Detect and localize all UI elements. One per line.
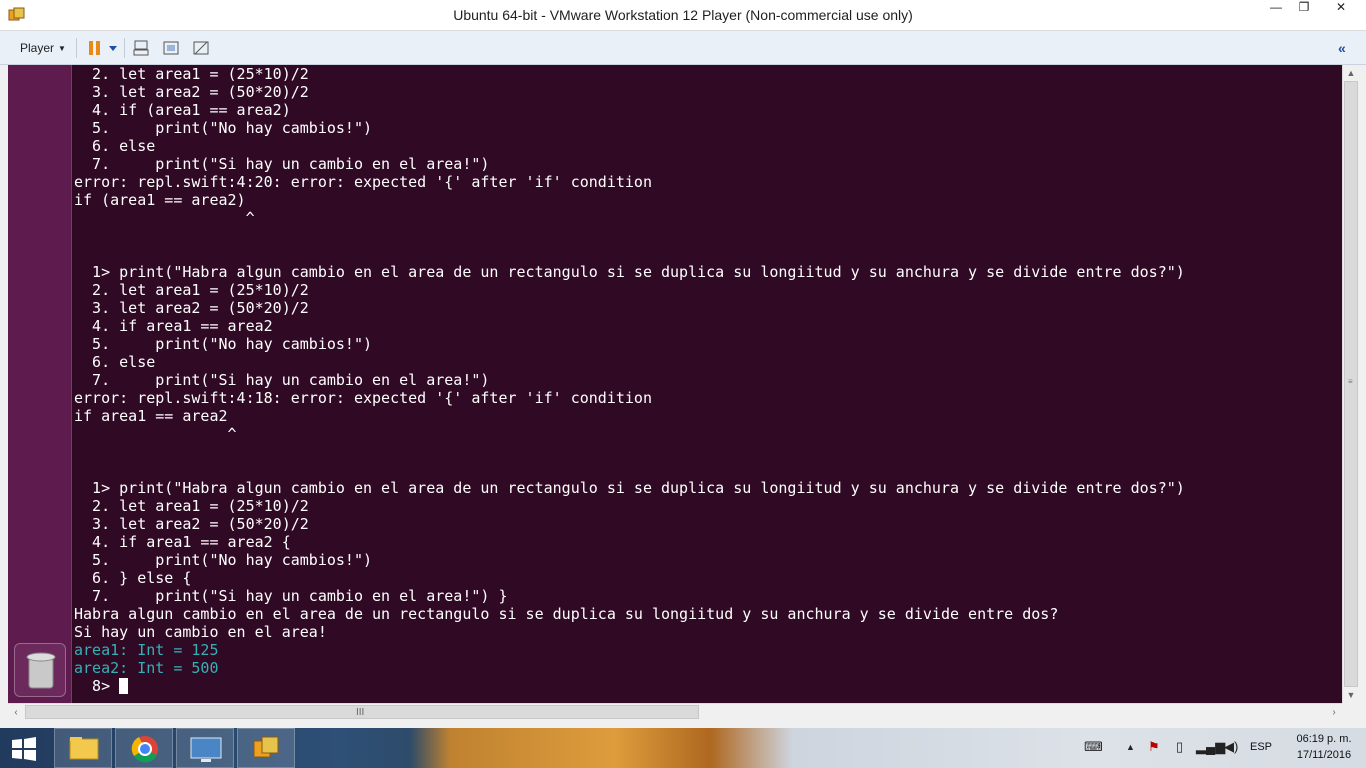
player-menu-label: Player: [20, 41, 55, 55]
horizontal-scrollbar[interactable]: ‹ III ›: [8, 703, 1342, 720]
trash-icon[interactable]: [14, 643, 66, 697]
window-border: [1358, 65, 1366, 727]
text-cursor: [119, 678, 129, 694]
clock-time: 06:19 p. m.: [1296, 733, 1352, 745]
window-titlebar[interactable]: Ubuntu 64-bit - VMware Workstation 12 Pl…: [0, 0, 1366, 31]
scroll-up-icon[interactable]: ▲: [1343, 65, 1359, 81]
terminal-line: error: repl.swift:4:20: error: expected …: [74, 173, 652, 191]
terminal-line: 4. if area1 == area2 {: [74, 533, 291, 551]
keyboard-icon[interactable]: ⌨: [1084, 739, 1103, 755]
volume-icon[interactable]: ◀): [1224, 739, 1238, 755]
terminal-line: area1: Int = 125: [74, 641, 219, 659]
prompt-label: 8>: [74, 677, 120, 695]
scroll-down-icon[interactable]: ▼: [1343, 687, 1359, 703]
vertical-scroll-thumb[interactable]: ≡: [1344, 81, 1358, 687]
player-menu-button[interactable]: Player ▼: [14, 39, 72, 57]
network-icon[interactable]: ▂▄▆: [1196, 739, 1225, 755]
close-button[interactable]: ✕: [1318, 0, 1364, 22]
grip-icon: ≡: [1348, 377, 1353, 386]
clock-date: 17/11/2016: [1296, 749, 1352, 761]
fullscreen-icon[interactable]: [162, 39, 180, 57]
terminal-line: if area1 == area2: [74, 407, 228, 425]
terminal-line: 1> print("Habra algun cambio en el area …: [74, 263, 1185, 281]
window-title: Ubuntu 64-bit - VMware Workstation 12 Pl…: [453, 7, 913, 23]
terminal-prompt[interactable]: 8>: [74, 677, 129, 695]
chevron-down-icon: ▼: [58, 43, 66, 53]
ubuntu-launcher: [8, 65, 72, 703]
maximize-button[interactable]: ❐: [1288, 0, 1320, 22]
system-tray: ⌨ ▲ ⚑ ▯ ▂▄▆ ◀) ESP 06:19 p. m. 17/11/201…: [1078, 728, 1366, 768]
terminal-line: 7. print("Si hay un cambio en el area!")…: [74, 587, 508, 605]
vertical-scrollbar[interactable]: ▲ ≡ ▼: [1342, 65, 1358, 703]
clock[interactable]: 06:19 p. m. 17/11/2016: [1288, 731, 1360, 763]
terminal-line: 2. let area1 = (25*10)/2: [74, 65, 309, 83]
pause-dropdown-icon[interactable]: [108, 39, 118, 57]
toolbar-divider: [124, 38, 125, 58]
horizontal-scroll-thumb[interactable]: III: [25, 705, 699, 719]
vmware-player-icon[interactable]: [237, 728, 295, 768]
terminal-line: 2. let area1 = (25*10)/2: [74, 281, 309, 299]
terminal-line: 6. else: [74, 137, 156, 155]
terminal-line: ^: [74, 425, 237, 443]
terminal-line: 6. else: [74, 353, 156, 371]
terminal-line: Habra algun cambio en el area de un rect…: [74, 605, 1059, 623]
terminal-line: area2: Int = 500: [74, 659, 219, 677]
power-icon[interactable]: ▯: [1176, 739, 1183, 755]
terminal-line: 7. print("Si hay un cambio en el area!"): [74, 155, 490, 173]
grip-icon: III: [356, 707, 365, 718]
vmware-toolbar: Player ▼ «: [0, 31, 1366, 65]
unity-icon[interactable]: [192, 39, 210, 57]
terminal-line: ^: [74, 209, 255, 227]
terminal-line: 3. let area2 = (50*20)/2: [74, 515, 309, 533]
vm-display[interactable]: 2. let area1 = (25*10)/2 3. let area2 = …: [8, 65, 1342, 703]
terminal-line: 1> print("Habra algun cambio en el area …: [74, 479, 1185, 497]
terminal-line: 5. print("No hay cambios!"): [74, 551, 373, 569]
windows-taskbar: ⌨ ▲ ⚑ ▯ ▂▄▆ ◀) ESP 06:19 p. m. 17/11/201…: [0, 728, 1366, 768]
terminal-window[interactable]: 2. let area1 = (25*10)/2 3. let area2 = …: [74, 65, 1342, 703]
action-center-icon[interactable]: ⚑: [1148, 739, 1160, 755]
scroll-left-icon[interactable]: ‹: [8, 704, 24, 721]
terminal-line: Si hay un cambio en el area!: [74, 623, 327, 641]
trash-can-graphic: [26, 652, 56, 689]
chrome-icon[interactable]: [115, 728, 173, 768]
scroll-right-icon[interactable]: ›: [1326, 704, 1342, 721]
terminal-line: 6. } else {: [74, 569, 192, 587]
terminal-line: 7. print("Si hay un cambio en el area!"): [74, 371, 490, 389]
input-language[interactable]: ESP: [1250, 741, 1272, 753]
terminal-line: 2. let area1 = (25*10)/2: [74, 497, 309, 515]
remote-desktop-icon[interactable]: [176, 728, 234, 768]
show-hidden-icons-icon[interactable]: ▲: [1126, 742, 1135, 752]
file-explorer-icon[interactable]: [54, 728, 112, 768]
terminal-line: 5. print("No hay cambios!"): [74, 335, 373, 353]
terminal-line: error: repl.swift:4:18: error: expected …: [74, 389, 652, 407]
collapse-toolbar-icon[interactable]: «: [1338, 40, 1346, 56]
toolbar-divider: [76, 38, 77, 58]
windows-start-icon[interactable]: [10, 736, 38, 762]
send-ctrl-alt-del-icon[interactable]: [132, 39, 150, 57]
terminal-line: 3. let area2 = (50*20)/2: [74, 299, 309, 317]
terminal-line: if (area1 == area2): [74, 191, 246, 209]
terminal-line: 4. if (area1 == area2): [74, 101, 291, 119]
pause-icon[interactable]: [86, 39, 104, 57]
terminal-line: 5. print("No hay cambios!"): [74, 119, 373, 137]
terminal-line: 3. let area2 = (50*20)/2: [74, 83, 309, 101]
terminal-line: 4. if area1 == area2: [74, 317, 273, 335]
